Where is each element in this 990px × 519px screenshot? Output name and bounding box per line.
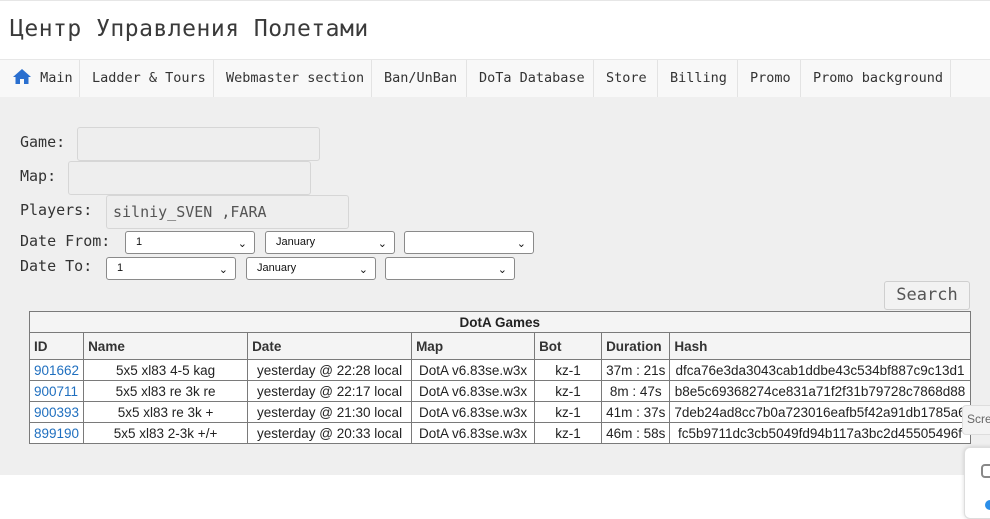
nav-item-main[interactable]: Main: [0, 60, 80, 97]
chevron-down-icon: ⌄: [218, 264, 228, 276]
table-caption: DotA Games: [29, 311, 971, 333]
nav-item-dota-database[interactable]: DoTa Database: [467, 60, 594, 97]
nav-item-promo-background[interactable]: Promo background: [801, 60, 951, 97]
players-label: Players:: [20, 201, 93, 219]
game-label: Game:: [20, 133, 66, 151]
map-input[interactable]: [68, 161, 311, 195]
game-map: DotA v6.83se.w3x: [411, 380, 536, 402]
select-value: 1: [136, 236, 143, 248]
date-to-day-select[interactable]: 1 ⌄: [106, 257, 236, 280]
table-row: 901662 5x5 xl83 4-5 kag yesterday @ 22:2…: [28, 359, 971, 381]
date-from-label: Date From:: [20, 232, 111, 250]
game-hash: b8e5c69368274ce831a71f2f31b79728c7868d88: [669, 380, 971, 402]
column-header-name: Name: [83, 332, 249, 360]
game-bot: kz-1: [534, 422, 603, 444]
game-map: DotA v6.83se.w3x: [411, 401, 536, 423]
game-duration: 37m : 21s: [601, 359, 671, 381]
nav-item-label: DoTa Database: [479, 70, 585, 86]
home-icon: [12, 68, 32, 86]
players-input[interactable]: silniy_SVEN ,FARA: [106, 195, 349, 229]
nav-item-ladder-tours[interactable]: Ladder & Tours: [80, 60, 214, 97]
date-from-day-select[interactable]: 1 ⌄: [125, 231, 255, 254]
nav-item-label: Promo background: [813, 70, 944, 86]
date-from-year-select[interactable]: ⌄: [404, 231, 534, 254]
nav-item-label: Main: [40, 70, 73, 86]
game-date: yesterday @ 20:33 local: [247, 422, 413, 444]
game-date: yesterday @ 22:28 local: [247, 359, 413, 381]
chevron-down-icon: ⌄: [516, 238, 526, 250]
select-value: January: [276, 236, 316, 248]
column-header-bot: Bot: [534, 332, 603, 360]
date-to-month-select[interactable]: January ⌄: [246, 257, 376, 280]
column-header-hash: Hash: [669, 332, 971, 360]
date-to-label: Date To:: [20, 257, 93, 275]
nav-item-label: Store: [606, 70, 647, 86]
game-id-link[interactable]: 900711: [34, 384, 78, 399]
game-id-link[interactable]: 901662: [34, 363, 79, 378]
nav-item-label: Promo: [750, 70, 791, 86]
game-date: yesterday @ 22:17 local: [247, 380, 413, 402]
widget-status-icon: [985, 500, 990, 510]
nav-item-label: Billing: [670, 70, 727, 86]
column-header-id: ID: [28, 332, 85, 360]
screenshot-side-tab[interactable]: Scre: [962, 405, 990, 435]
nav-item-promo[interactable]: Promo: [738, 60, 801, 97]
game-id-link[interactable]: 900393: [34, 405, 79, 420]
nav-item-label: Ban/UnBan: [384, 70, 458, 86]
map-label: Map:: [20, 167, 57, 185]
game-duration: 8m : 47s: [601, 380, 671, 402]
game-hash: dfca76e3da3043cab1ddbe43c534bf887c9c13d1: [669, 359, 971, 381]
game-input[interactable]: [77, 127, 320, 161]
game-hash: fc5b9711dc3cb5049fd94b117a3bc2d45505496f: [669, 422, 971, 444]
chevron-down-icon: ⌄: [497, 264, 507, 276]
game-map: DotA v6.83se.w3x: [411, 359, 536, 381]
game-duration: 41m : 37s: [601, 401, 671, 423]
nav-bar: Main Ladder & Tours Webmaster section Ba…: [0, 59, 990, 98]
widget-icon: [981, 464, 990, 478]
games-table: DotA Games ID Name Date Map Bot Duration…: [28, 311, 971, 444]
table-header-row: ID Name Date Map Bot Duration Hash: [28, 332, 971, 360]
column-header-map: Map: [411, 332, 536, 360]
search-button[interactable]: Search: [884, 281, 970, 310]
game-name: 5x5 xl83 2-3k +/+: [83, 422, 249, 444]
chevron-down-icon: ⌄: [377, 238, 387, 250]
column-header-duration: Duration: [601, 332, 671, 360]
table-row: 900393 5x5 xl83 re 3k + yesterday @ 21:3…: [28, 401, 971, 423]
game-name: 5x5 xl83 4-5 kag: [83, 359, 249, 381]
game-bot: kz-1: [534, 401, 603, 423]
game-bot: kz-1: [534, 380, 603, 402]
game-duration: 46m : 58s: [601, 422, 671, 444]
game-map: DotA v6.83se.w3x: [411, 422, 536, 444]
game-bot: kz-1: [534, 359, 603, 381]
game-hash: 7deb24ad8cc7b0a723016eafb5f42a91db1785a6: [669, 401, 971, 423]
date-to-year-select[interactable]: ⌄: [385, 257, 515, 280]
top-border: [0, 0, 990, 1]
select-value: January: [257, 262, 297, 274]
side-widget[interactable]: [964, 447, 990, 519]
table-row: 899190 5x5 xl83 2-3k +/+ yesterday @ 20:…: [28, 422, 971, 444]
game-date: yesterday @ 21:30 local: [247, 401, 413, 423]
chevron-down-icon: ⌄: [237, 238, 247, 250]
page-title: Центр Управления Полетами: [10, 16, 369, 42]
nav-item-label: Ladder & Tours: [92, 70, 206, 86]
column-header-date: Date: [247, 332, 413, 360]
table-row: 900711 5x5 xl83 re 3k re yesterday @ 22:…: [28, 380, 971, 402]
nav-item-label: Webmaster section: [226, 70, 365, 86]
nav-item-webmaster[interactable]: Webmaster section: [214, 60, 372, 97]
game-id-link[interactable]: 899190: [34, 426, 79, 441]
game-name: 5x5 xl83 re 3k +: [83, 401, 249, 423]
date-from-month-select[interactable]: January ⌄: [265, 231, 395, 254]
nav-item-ban-unban[interactable]: Ban/UnBan: [372, 60, 467, 97]
nav-item-billing[interactable]: Billing: [658, 60, 738, 97]
chevron-down-icon: ⌄: [358, 264, 368, 276]
nav-item-store[interactable]: Store: [594, 60, 658, 97]
select-value: 1: [117, 262, 124, 274]
game-name: 5x5 xl83 re 3k re: [83, 380, 249, 402]
